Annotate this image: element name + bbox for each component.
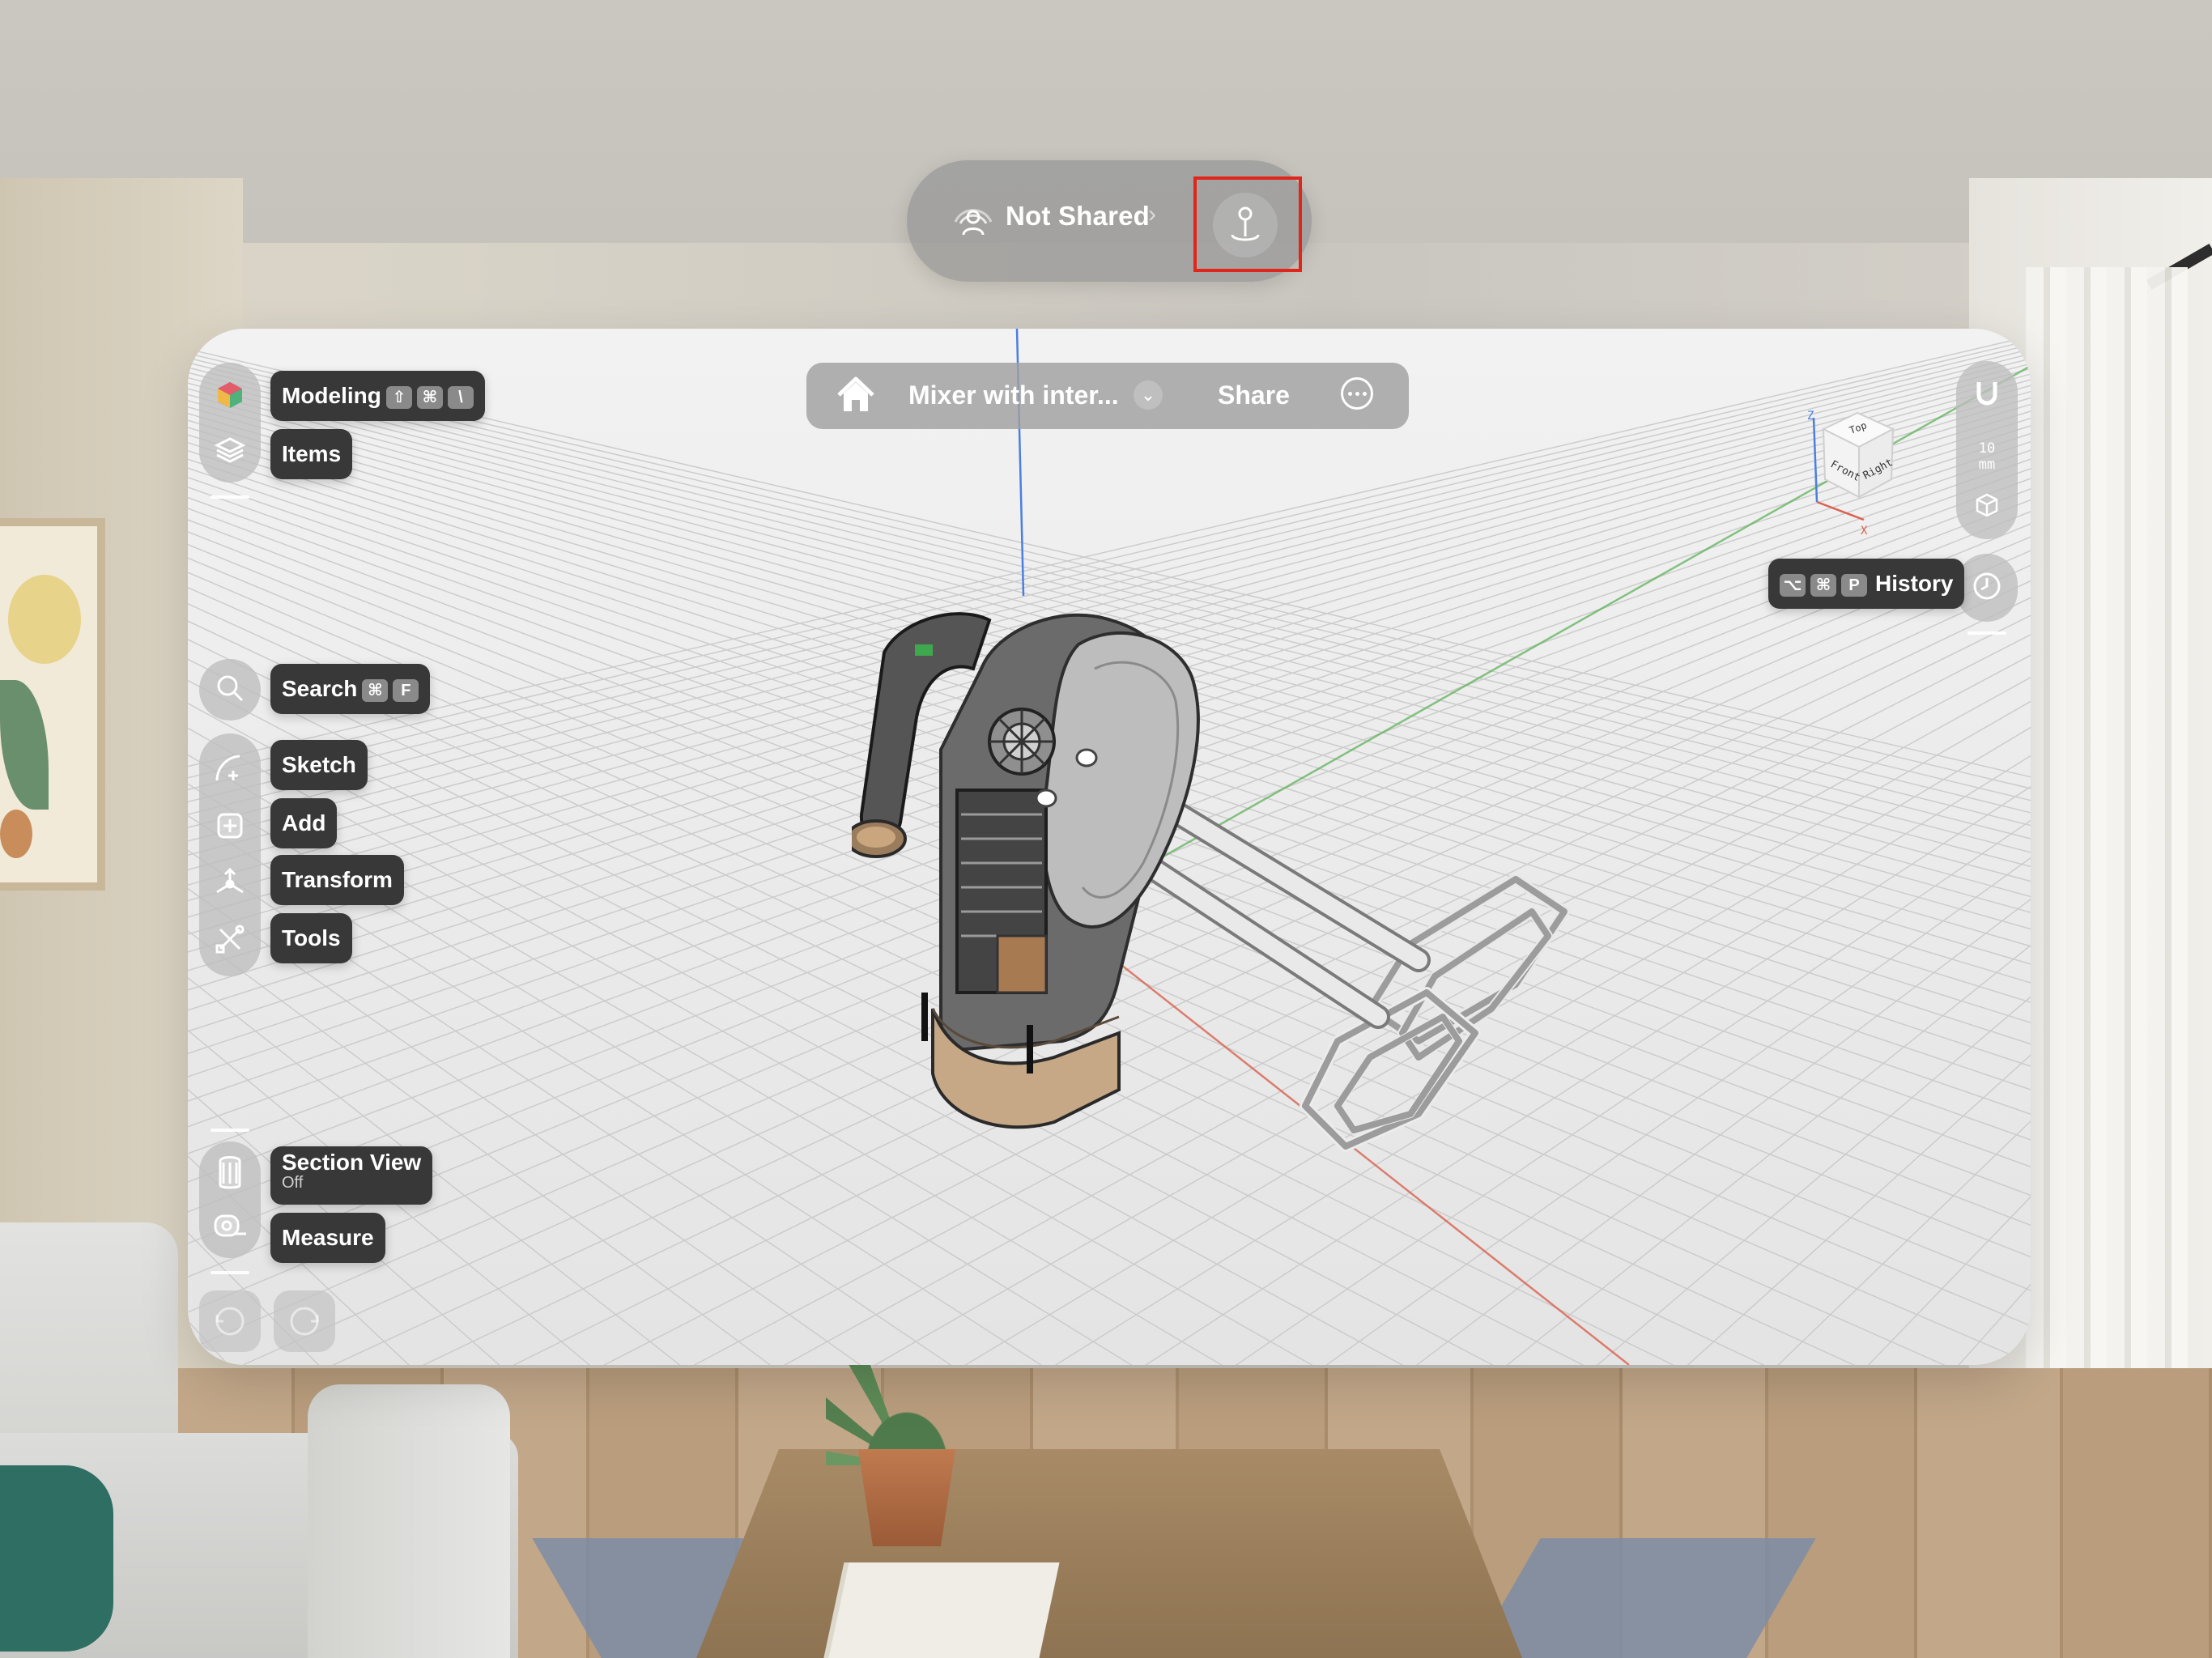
transform-button[interactable] (206, 860, 254, 908)
transform-axes-icon (212, 865, 248, 904)
items-label[interactable]: Items (270, 429, 353, 479)
transform-label[interactable]: Transform (270, 855, 404, 905)
axis-z-label: Z (1807, 410, 1814, 423)
redo-button[interactable] (274, 1290, 335, 1352)
rail-divider (211, 495, 249, 499)
undo-button[interactable] (199, 1290, 261, 1352)
house-icon[interactable] (836, 376, 876, 414)
document-titlebar: Mixer with inter... ⌄ Share (806, 363, 1409, 429)
tools-button[interactable] (206, 916, 254, 965)
people-waves-icon[interactable] (954, 202, 993, 238)
modeling-button[interactable] (206, 372, 254, 421)
search-icon (214, 672, 246, 708)
inspect-rail (199, 1141, 261, 1258)
view-cube-icon (1974, 492, 2000, 522)
modeling-rail (199, 363, 261, 483)
sketch-label[interactable]: Sketch (270, 740, 368, 790)
rail-divider (211, 1271, 249, 1274)
history-button[interactable] (1963, 563, 2011, 612)
add-label[interactable]: Add (270, 798, 338, 848)
measure-button[interactable] (206, 1203, 254, 1252)
section-view-label[interactable]: Section View Off (270, 1146, 433, 1205)
document-title[interactable]: Mixer with inter... (908, 380, 1119, 410)
measure-label[interactable]: Measure (270, 1213, 385, 1263)
tape-measure-icon (212, 1209, 248, 1246)
sketch-arc-plus-icon (212, 750, 248, 789)
section-view-button[interactable] (206, 1150, 254, 1198)
modeling-label[interactable]: Modeling ⇧ ⌘ \ (270, 371, 485, 421)
plus-square-icon (214, 810, 246, 846)
redo-icon (274, 1307, 335, 1355)
section-view-state: Off (282, 1174, 304, 1192)
items-button[interactable] (206, 427, 254, 476)
open-book (823, 1562, 1060, 1658)
clock-icon (1971, 570, 2003, 606)
rail-divider (211, 1129, 249, 1132)
right-rail: 10 mm (1956, 361, 2018, 539)
axis-x-label: X (1861, 525, 1868, 538)
chevron-down-icon[interactable]: ⌄ (1134, 380, 1163, 410)
view-cube[interactable]: Z X Top Front Right (1807, 402, 1937, 539)
rail-divider (1967, 631, 2006, 635)
mixer-3d-model[interactable] (852, 555, 1742, 1365)
sharing-status[interactable]: Not Shared (1006, 201, 1150, 232)
history-rail (1956, 554, 2018, 622)
search-rail (199, 659, 261, 721)
ellipsis-circle-icon[interactable] (1341, 377, 1373, 410)
history-label[interactable]: ⌥ ⌘ P History (1768, 559, 1965, 609)
chevron-right-icon: › (1148, 201, 1156, 227)
tools-rail (199, 733, 261, 976)
coffee-table (696, 1449, 1522, 1658)
magnet-icon (1971, 377, 2003, 414)
undo-icon (199, 1307, 261, 1355)
wrench-screwdriver-icon (214, 923, 246, 959)
layers-icon (214, 434, 246, 470)
section-view-icon (214, 1154, 246, 1194)
sketch-button[interactable] (206, 745, 254, 793)
units-display[interactable]: 10 mm (1956, 440, 2018, 473)
snap-button[interactable] (1963, 371, 2011, 419)
wall-painting (0, 518, 105, 891)
search-button[interactable] (206, 665, 254, 714)
modeling-cube-icon (214, 379, 246, 415)
plant-pot (858, 1449, 955, 1546)
view-cube-button[interactable] (1963, 483, 2011, 531)
curtain (2026, 267, 2188, 1441)
search-label[interactable]: Search ⌘ F (270, 664, 431, 714)
app-window: Modeling ⇧ ⌘ \ Items Search ⌘ F Sketch A… (188, 329, 2031, 1365)
share-button[interactable]: Share (1218, 380, 1290, 410)
tools-label[interactable]: Tools (270, 913, 352, 963)
highlight-annotation (1193, 176, 1302, 272)
add-button[interactable] (206, 803, 254, 852)
